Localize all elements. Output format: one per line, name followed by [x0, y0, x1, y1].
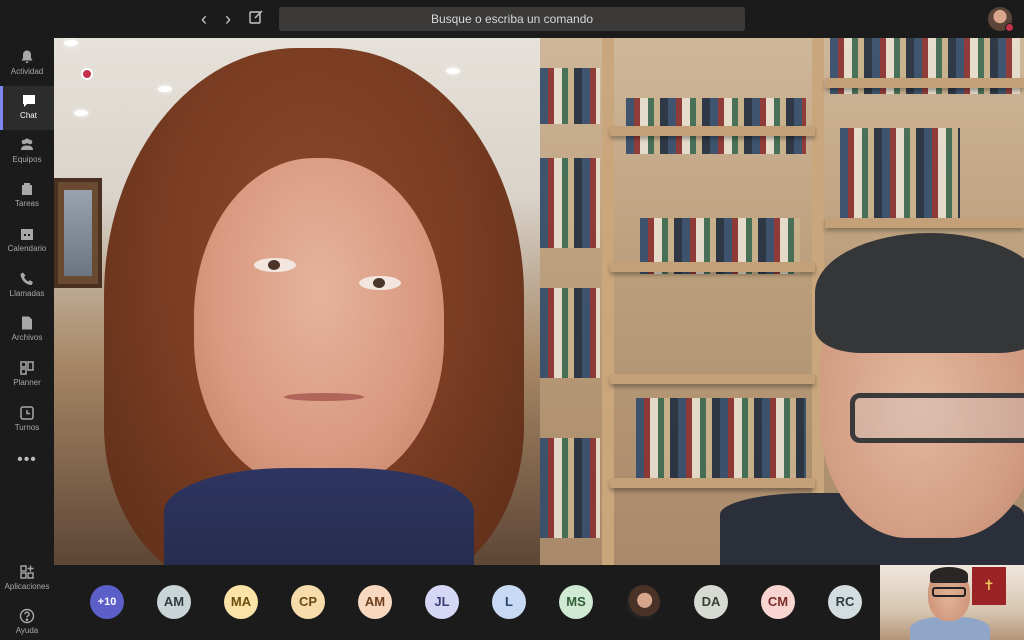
shelf-board	[825, 78, 1024, 88]
teams-meeting-window: ‹ › Actividad Chat Equipos Tareas Calend…	[0, 0, 1024, 640]
rail-label: Planner	[13, 378, 41, 387]
background-window	[54, 178, 102, 288]
self-video-preview[interactable]	[880, 565, 1024, 640]
rail-label: Tareas	[14, 199, 39, 208]
bookshelf-books	[636, 398, 806, 478]
rail-item-tareas[interactable]: Tareas	[0, 174, 54, 218]
rail-item-turnos[interactable]: Turnos	[0, 398, 54, 442]
shelf-board	[610, 478, 815, 488]
participant-avatar[interactable]: CP	[291, 585, 325, 619]
participant-glasses	[850, 393, 1024, 443]
planner-icon	[20, 361, 34, 375]
participant-eye	[359, 276, 401, 290]
rail-label: Aplicaciones	[4, 582, 50, 591]
rail-label: Ayuda	[15, 626, 39, 635]
chat-icon	[22, 95, 35, 107]
teams-icon	[21, 138, 33, 150]
rail-item-llamadas[interactable]: Llamadas	[0, 264, 54, 308]
participant-video-right[interactable]	[540, 38, 1024, 565]
participant-mouth	[284, 393, 364, 401]
file-icon	[22, 316, 32, 330]
rail-item-calendario[interactable]: Calendario	[0, 219, 54, 263]
rail-label: Chat	[20, 111, 37, 120]
participant-eye	[254, 258, 296, 272]
back-icon[interactable]: ‹	[194, 9, 214, 29]
tasks-icon	[22, 183, 32, 195]
calendar-icon	[21, 229, 33, 240]
rail-label: Equipos	[12, 155, 42, 164]
rail-item-actividad[interactable]: Actividad	[0, 42, 54, 86]
rail-item-aplicaciones[interactable]: Aplicaciones	[0, 557, 54, 601]
rail-item-equipos[interactable]: Equipos	[0, 130, 54, 174]
participant-avatar[interactable]: AM	[157, 585, 191, 619]
rail-label: Archivos	[11, 333, 43, 342]
ceiling-light	[64, 40, 78, 46]
rail-label: Turnos	[14, 423, 40, 432]
clock-icon	[20, 406, 34, 420]
participant-avatar[interactable]: DA	[694, 585, 728, 619]
rail-item-planner[interactable]: Planner	[0, 353, 54, 397]
shelf-board	[610, 374, 815, 384]
rail-label: Llamadas	[9, 289, 45, 298]
bookshelf-books	[540, 288, 600, 378]
participant-avatar[interactable]: L	[492, 585, 526, 619]
participant-avatar[interactable]: MS	[559, 585, 593, 619]
forward-icon[interactable]: ›	[218, 9, 238, 29]
participant-avatar[interactable]: MA	[224, 585, 258, 619]
rail-item-archivos[interactable]: Archivos	[0, 308, 54, 352]
rail-label: Actividad	[10, 67, 44, 76]
top-bar: ‹ ›	[0, 0, 1024, 38]
ceiling-light	[74, 110, 88, 116]
apps-icon	[20, 565, 34, 579]
more-participants-button[interactable]: +10	[90, 585, 124, 619]
rail-item-chat[interactable]: Chat	[0, 86, 54, 130]
shelf-board	[610, 262, 815, 272]
participants-bar: +10 AM MA CP AM JL L MS DA CM RC	[54, 565, 880, 640]
shelf-board	[825, 218, 1024, 228]
self-glasses	[932, 587, 966, 597]
self-hair	[930, 567, 968, 583]
recording-indicator-icon	[81, 68, 93, 80]
participant-clothing	[164, 468, 474, 565]
shelf-board	[610, 126, 815, 136]
search-input[interactable]	[279, 7, 745, 31]
participant-avatar-photo[interactable]	[626, 585, 660, 619]
status-busy-icon	[1005, 23, 1014, 32]
bookshelf-books	[540, 158, 600, 248]
more-apps-button[interactable]: •••	[0, 451, 54, 469]
ceiling-light	[446, 68, 460, 74]
participant-face	[194, 158, 444, 488]
participant-hair	[815, 233, 1024, 353]
bookshelf-books	[540, 438, 600, 538]
participant-avatar[interactable]: AM	[358, 585, 392, 619]
participant-avatar[interactable]: CM	[761, 585, 795, 619]
rail-item-ayuda[interactable]: Ayuda	[0, 601, 54, 640]
app-rail: Actividad Chat Equipos Tareas Calendario…	[0, 38, 54, 640]
participant-video-left[interactable]	[54, 38, 540, 565]
bookshelf-books	[540, 68, 600, 124]
compose-icon[interactable]	[246, 9, 266, 29]
phone-icon	[20, 272, 33, 285]
bell-icon	[21, 50, 33, 63]
rail-label: Calendario	[7, 244, 47, 253]
background-banner	[972, 567, 1006, 605]
participant-avatar[interactable]: RC	[828, 585, 862, 619]
ceiling-light	[158, 86, 172, 92]
bookshelf-books	[840, 128, 960, 218]
participant-avatar[interactable]: JL	[425, 585, 459, 619]
help-icon	[19, 608, 35, 624]
